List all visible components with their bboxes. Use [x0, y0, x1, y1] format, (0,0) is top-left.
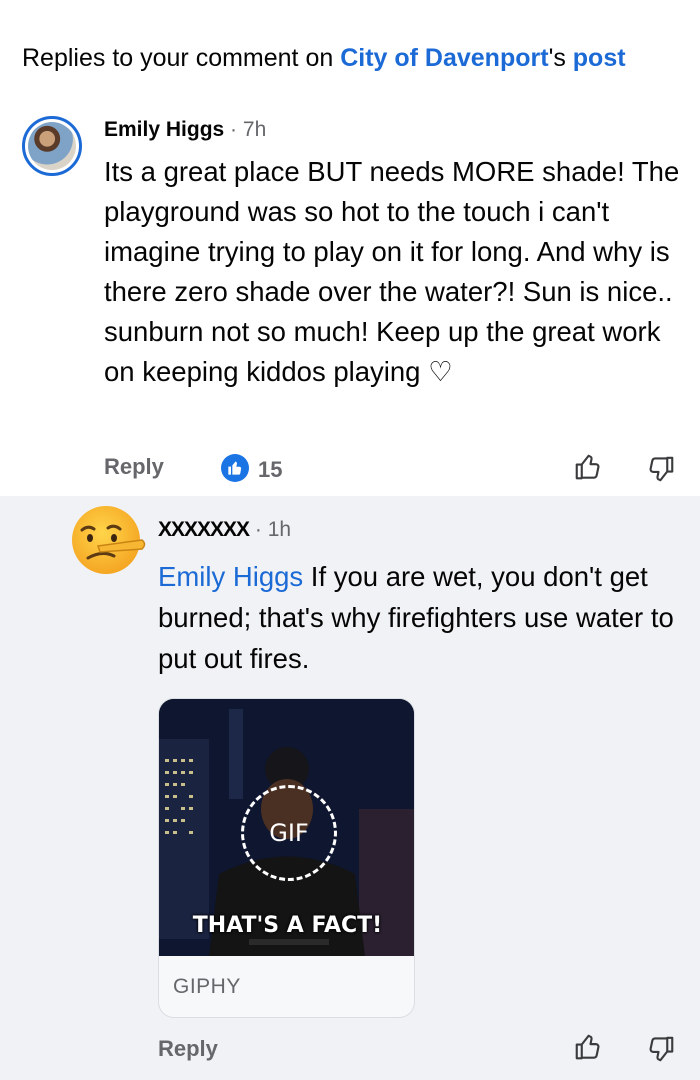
meta-separator: ·: [230, 118, 238, 141]
comment-timestamp[interactable]: 7h: [243, 118, 266, 141]
avatar[interactable]: [22, 116, 82, 176]
page-link[interactable]: City of Davenport: [340, 44, 548, 72]
comment-text: Its a great place BUT needs MORE shade! …: [104, 156, 680, 387]
post-link[interactable]: post: [573, 44, 626, 72]
dislike-button[interactable]: [646, 454, 678, 486]
header-prefix: Replies to your comment on: [22, 44, 341, 72]
gif-image: GIF THAT'S A FACT!: [159, 699, 414, 956]
like-reaction-icon[interactable]: [221, 454, 249, 482]
reply-button[interactable]: Reply: [104, 454, 164, 480]
reply-comment: XXXXXXX · 1h Emily Higgs If you are wet,…: [0, 496, 700, 1080]
gif-badge: GIF: [241, 785, 337, 881]
header-possessive: 's: [548, 44, 573, 72]
reply-reply-button[interactable]: Reply: [158, 1036, 218, 1062]
thumbs-up-icon: [228, 461, 242, 475]
lying-face-emoji-icon: [72, 506, 146, 574]
thumbs-up-outline-icon: [575, 454, 600, 480]
gif-caption: THAT'S A FACT!: [192, 913, 383, 938]
thumbs-up-outline-icon: [575, 1034, 600, 1060]
gif-source: GIPHY: [173, 975, 241, 998]
comment-author[interactable]: Emily Higgs: [104, 118, 224, 141]
mention-link[interactable]: Emily Higgs: [158, 561, 303, 592]
reply-dislike-button[interactable]: [646, 1034, 678, 1066]
reply-meta: XXXXXXX · 1h: [158, 518, 291, 542]
avatar-image: [28, 122, 76, 170]
original-comment: Emily Higgs · 7h Its a great place BUT n…: [0, 100, 700, 496]
like-count: 15: [258, 457, 283, 482]
reply-meta-separator: ·: [254, 518, 262, 541]
like-button[interactable]: [573, 452, 605, 484]
reply-like-button[interactable]: [573, 1032, 605, 1064]
reply-avatar[interactable]: [68, 498, 148, 578]
gif-attachment[interactable]: GIF THAT'S A FACT! GIPHY: [158, 698, 415, 1018]
comment-actions: Reply 15: [0, 450, 700, 490]
reply-timestamp[interactable]: 1h: [268, 518, 291, 541]
reply-actions: Reply: [0, 1034, 700, 1076]
thumbs-down-outline-icon: [649, 456, 674, 482]
reply-author[interactable]: XXXXXXX: [158, 518, 250, 541]
thumbs-down-outline-icon: [649, 1036, 674, 1062]
notification-header: Replies to your comment on City of Daven…: [22, 44, 626, 73]
comment-meta: Emily Higgs · 7h: [104, 118, 266, 142]
reply-text: Emily Higgs If you are wet, you don't ge…: [158, 556, 698, 679]
